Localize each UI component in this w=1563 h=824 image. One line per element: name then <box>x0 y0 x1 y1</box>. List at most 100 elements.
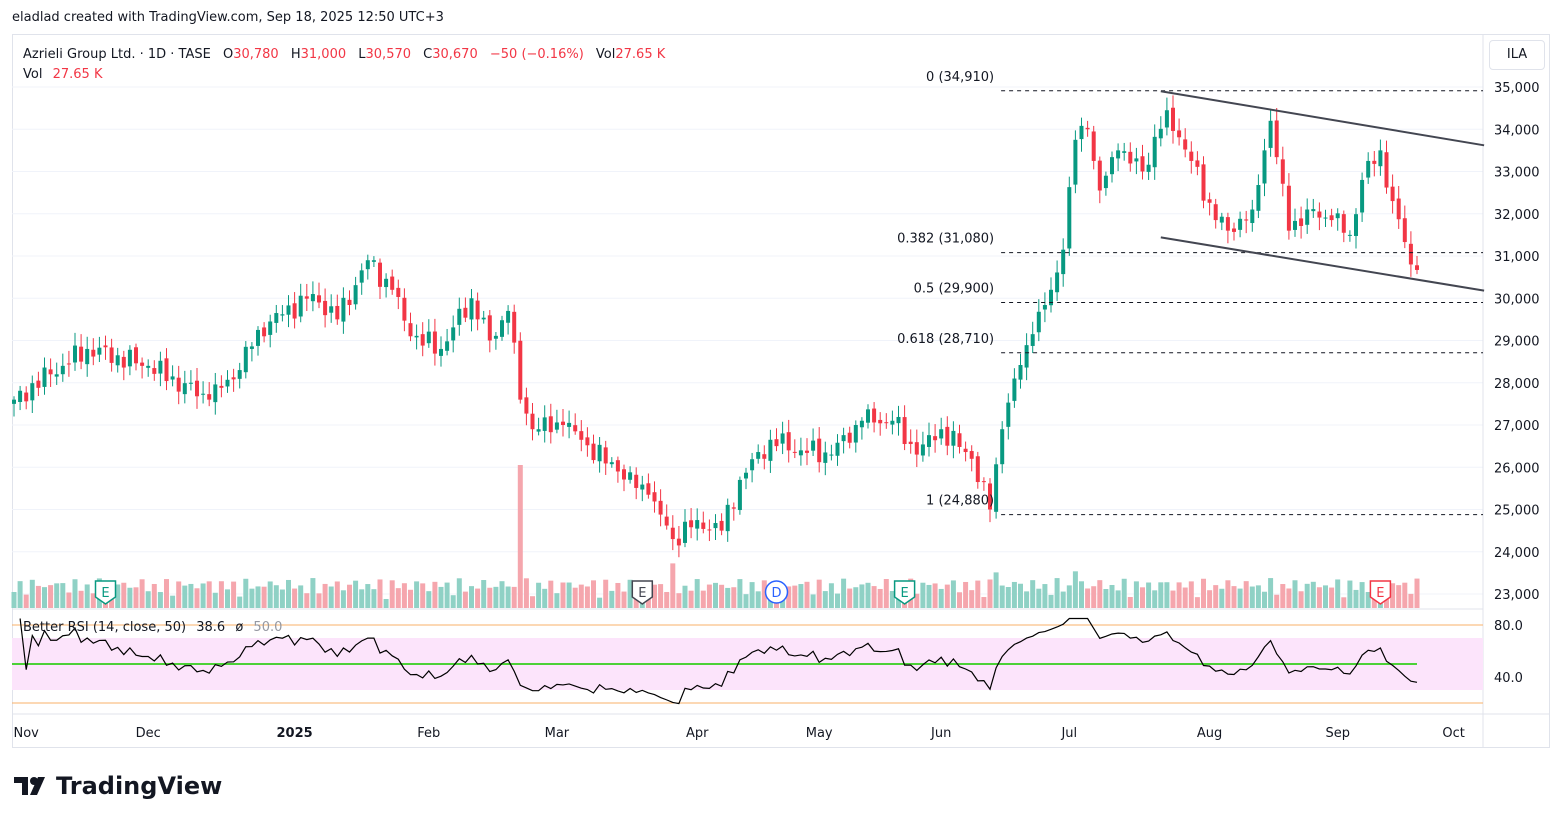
event-label: E <box>900 586 908 601</box>
volume-bar <box>401 583 407 608</box>
volume-bar <box>1194 597 1200 608</box>
candle-body <box>646 483 651 495</box>
volume-bar <box>1408 593 1414 608</box>
volume-bar <box>1024 591 1030 608</box>
volume-indicator-label[interactable]: Vol <box>23 67 42 82</box>
chart-canvas[interactable]: 35,000 34,000 33,000 32,000 31,000 30,000 29,0… <box>0 0 1563 824</box>
candle-body <box>1256 185 1261 211</box>
candle-body <box>1335 213 1340 219</box>
candle-body <box>1006 402 1011 427</box>
candle-body <box>963 448 968 453</box>
candle-body <box>1262 150 1267 184</box>
volume-bar <box>359 589 365 608</box>
volume-bar <box>127 587 133 608</box>
currency-button[interactable]: ILA <box>1489 40 1545 70</box>
candle-body <box>701 522 706 529</box>
candle-body <box>97 347 102 355</box>
volume-bar <box>371 589 377 608</box>
volume-bar <box>950 580 956 608</box>
volume-bar <box>591 580 596 608</box>
price-tick-label: 33,000 <box>1494 166 1540 181</box>
candle-body <box>1305 209 1310 225</box>
open-label: O <box>222 47 234 62</box>
rsi-name[interactable]: Better RSI (14, close, 50) <box>23 620 186 635</box>
candle-body <box>85 348 90 365</box>
candle-body <box>1323 217 1328 219</box>
candle-body <box>670 527 675 540</box>
candle-body <box>884 422 889 424</box>
volume-bar <box>1201 578 1206 608</box>
candle-body <box>127 349 132 367</box>
dividend-marker[interactable]: D <box>764 580 789 604</box>
candle-body <box>1036 311 1041 333</box>
time-tick-label: Aug <box>1197 726 1222 741</box>
time-tick-label: Dec <box>136 726 161 741</box>
volume-bar <box>694 579 700 608</box>
volume-bar <box>1036 588 1042 608</box>
candle-body <box>683 521 687 543</box>
volume-bar <box>542 588 548 608</box>
candle-body <box>518 340 523 400</box>
volume-bar <box>11 592 17 608</box>
change-value: −50 (−0.16%) <box>489 47 584 62</box>
volume-bar <box>60 583 66 608</box>
volume-bar <box>182 585 188 608</box>
candle-body <box>1000 429 1005 465</box>
candle-body <box>225 379 230 387</box>
volume-bar <box>1097 580 1103 608</box>
symbol-name[interactable]: Azrieli Group Ltd. · 1D · TASE <box>23 47 211 62</box>
volume-bar <box>828 583 834 608</box>
volume-bar <box>719 584 725 608</box>
candle-body <box>524 397 529 414</box>
volume-bar <box>1347 580 1353 608</box>
volume-bar <box>225 589 230 608</box>
volume-bar <box>987 579 993 608</box>
candle-body <box>1152 136 1157 168</box>
volume-bar <box>749 582 755 608</box>
candle-body <box>109 347 114 363</box>
volume-bar <box>1243 581 1249 608</box>
time-tick-label: Oct <box>1442 726 1464 741</box>
candle-body <box>597 444 602 462</box>
candle-body <box>744 472 748 479</box>
candle-body <box>390 276 395 290</box>
candle-body <box>378 262 382 287</box>
candle-body <box>774 439 779 447</box>
candle-body <box>475 300 480 320</box>
volume-bar <box>578 584 584 608</box>
volume-bar <box>121 582 127 608</box>
candle-body <box>1213 204 1218 221</box>
volume-bar <box>316 593 322 608</box>
candle-body <box>1244 219 1249 221</box>
price-tick-label: 29,000 <box>1494 335 1540 350</box>
candle-body <box>969 451 974 459</box>
candle-body <box>121 356 126 368</box>
volume-bar <box>560 582 566 608</box>
volume-bar <box>310 578 316 608</box>
volume-bar <box>536 582 542 608</box>
time-tick-label: Mar <box>545 726 570 741</box>
low-label: L <box>358 47 366 62</box>
candle-body <box>1402 218 1407 243</box>
volume-bar <box>621 591 627 608</box>
candle-body <box>573 425 578 432</box>
candle-body <box>1158 128 1163 139</box>
volume-bar <box>218 581 224 608</box>
volume-bar <box>688 590 694 608</box>
candle-body <box>1238 218 1243 230</box>
volume-bar <box>78 590 84 608</box>
candle-body <box>707 529 712 531</box>
candle-body <box>79 346 84 362</box>
volume-bar <box>1255 585 1261 608</box>
volume-bar <box>1225 580 1231 608</box>
volume-bar <box>1268 578 1274 608</box>
candle-body <box>182 383 187 395</box>
volume-bar <box>493 586 499 608</box>
candle-body <box>872 408 877 423</box>
volume-bar <box>1335 579 1341 608</box>
candle-body <box>48 369 53 375</box>
candle-body <box>146 365 151 368</box>
volume-bar <box>700 590 706 608</box>
tradingview-logo[interactable]: TradingView <box>14 772 222 800</box>
candle-body <box>347 299 352 306</box>
